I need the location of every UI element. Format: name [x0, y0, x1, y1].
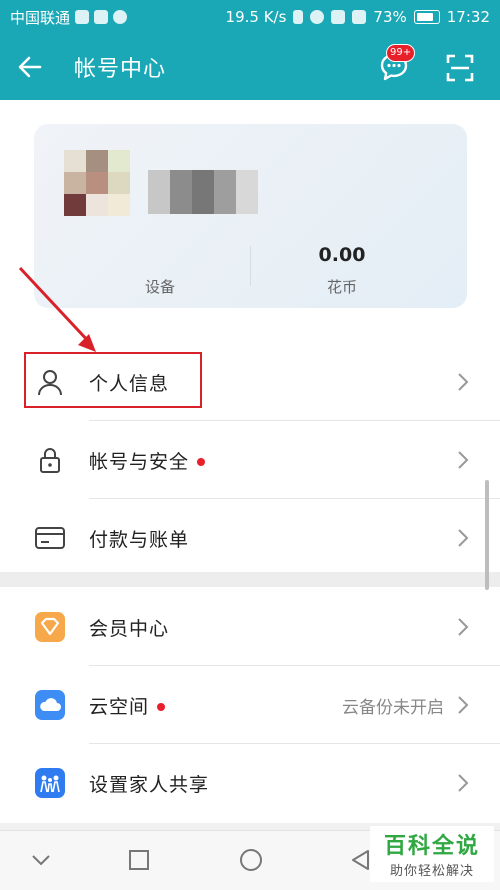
red-dot-badge: [157, 703, 166, 711]
menu-label: 设置家人共享: [89, 773, 210, 796]
status-bar: 中国联通 19.5 K/s 73% 17:32: [0, 0, 500, 34]
menu-item-member-center[interactable]: 会员中心: [0, 588, 500, 666]
coins-label: 花币: [326, 278, 357, 296]
chevron-right-icon: [458, 618, 469, 636]
devices-label: 设备: [144, 278, 175, 296]
section-gap: [0, 572, 500, 587]
battery-percent: 73%: [373, 8, 407, 26]
menu-item-family-sharing[interactable]: 设置家人共享: [0, 744, 500, 822]
back-button[interactable]: [0, 34, 60, 100]
account-card[interactable]: 设备 0.00 花币: [34, 124, 467, 308]
red-dot-badge: [197, 458, 206, 466]
back-arrow-icon: [18, 56, 42, 78]
chevron-right-icon: [458, 774, 469, 792]
carrier-name: 中国联通: [10, 8, 71, 27]
notification-icon: [75, 10, 90, 24]
app-notification-icon: [94, 10, 109, 24]
lock-icon: [34, 444, 66, 476]
menu-item-account-security[interactable]: 帐号与安全: [0, 421, 500, 499]
account-sheet: 设备 0.00 花币 个人信息 帐号与安全 付款与账单: [0, 100, 500, 577]
message-badge: 99+: [386, 44, 416, 62]
menu-label: 帐号与安全: [89, 447, 206, 474]
devices-stat[interactable]: 设备: [100, 244, 220, 297]
chevron-right-icon: [458, 451, 469, 469]
scrollbar[interactable]: [485, 480, 489, 590]
app-bar: 帐号中心 99+: [0, 34, 500, 100]
home-circle-icon[interactable]: [238, 847, 264, 873]
network-speed: 19.5 K/s: [225, 8, 287, 26]
username-blurred: [148, 170, 258, 214]
battery-icon: [413, 10, 440, 24]
chevron-right-icon: [458, 373, 469, 391]
coins-value: 0.00: [318, 244, 366, 266]
wifi-icon: [331, 10, 346, 24]
cloud-icon: [34, 689, 66, 721]
menu-label: 云空间: [89, 692, 166, 719]
vibrate-icon: [293, 10, 304, 24]
coins-stat[interactable]: 0.00 花币: [282, 244, 402, 297]
menu-item-payment-billing[interactable]: 付款与账单: [0, 499, 500, 577]
avatar[interactable]: [64, 150, 130, 216]
signal-icon: [352, 10, 367, 24]
devices-value: [100, 244, 220, 270]
menu-item-cloud-space[interactable]: 云空间 云备份未开启: [0, 666, 500, 744]
scan-icon[interactable]: [444, 52, 476, 84]
member-diamond-icon: [34, 611, 66, 643]
watermark-subtitle: 助你轻松解决: [389, 864, 474, 879]
collapse-chevron-icon[interactable]: [28, 847, 54, 873]
watermark-title: 百科全说: [383, 834, 480, 859]
clock: 17:32: [446, 8, 490, 26]
recents-square-icon[interactable]: [126, 847, 152, 873]
chat-notification-icon: [113, 10, 128, 24]
highlight-box: [24, 352, 202, 408]
chevron-right-icon: [458, 696, 469, 714]
card-icon: [34, 522, 66, 554]
stat-divider: [250, 246, 251, 286]
watermark: 百科全说 助你轻松解决: [370, 826, 494, 882]
family-share-icon: [34, 767, 66, 799]
page-title: 帐号中心: [74, 57, 167, 82]
menu-label: 会员中心: [89, 617, 170, 640]
chevron-right-icon: [458, 529, 469, 547]
services-sheet: 会员中心 云空间 云备份未开启 设置家人共享: [0, 587, 500, 823]
cloud-backup-status: 云备份未开启: [342, 697, 444, 718]
menu-label: 付款与账单: [89, 528, 190, 551]
eye-icon: [310, 10, 325, 24]
